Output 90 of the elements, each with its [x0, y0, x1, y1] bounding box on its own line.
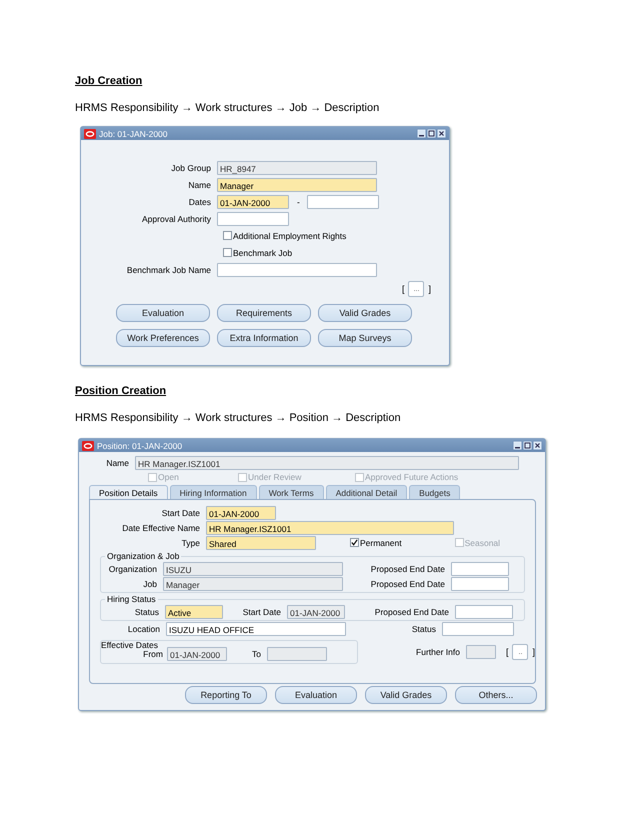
bracket: [: [506, 647, 508, 657]
bracket: ]: [532, 647, 535, 657]
input-field[interactable]: [306, 194, 379, 208]
tab[interactable]: Budgets: [409, 485, 460, 499]
field-label: Approval Authority: [141, 214, 212, 224]
input-field[interactable]: HR_8947: [217, 160, 377, 174]
navigation-path: HRMS Responsibility → Work structures → Job → Description: [75, 102, 380, 116]
tab[interactable]: Work Terms: [258, 485, 324, 499]
field-label: From: [142, 650, 163, 659]
checkbox[interactable]: [223, 248, 232, 257]
field-label: Start Date: [242, 606, 282, 616]
window-title: Position: 01-JAN-2000: [97, 440, 184, 450]
input-field[interactable]: [451, 576, 509, 590]
checkbox[interactable]: [350, 538, 359, 547]
input-field[interactable]: 01-JAN-2000: [167, 647, 227, 661]
checkbox-label: Seasonal: [464, 538, 500, 548]
form-button[interactable]: Extra Information: [217, 329, 311, 347]
checkbox-label: Benchmark Job: [233, 248, 292, 258]
input-field[interactable]: ISUZU: [163, 562, 343, 576]
input-field[interactable]: 01-JAN-2000: [206, 506, 276, 520]
app-logo-icon: [84, 128, 96, 138]
input-field[interactable]: [217, 212, 289, 226]
input-field[interactable]: [267, 647, 327, 661]
form-button[interactable]: Evaluation: [116, 304, 210, 322]
checkbox[interactable]: [223, 231, 232, 240]
checkbox-label: Open: [158, 472, 179, 482]
input-field[interactable]: [466, 645, 496, 659]
form-button[interactable]: Requirements: [217, 304, 311, 322]
input-field[interactable]: Active: [165, 604, 223, 618]
input-field[interactable]: Shared: [206, 536, 316, 550]
section-heading: Position Creation: [75, 385, 168, 399]
field-label: Job: [142, 578, 158, 588]
minimize-icon[interactable]: [513, 441, 522, 450]
tab[interactable]: Position Details: [89, 485, 168, 499]
app-logo-icon: [82, 440, 94, 450]
navigation-path: HRMS Responsibility → Work structures → Position → Description: [75, 412, 402, 426]
field-label: Effective Dates: [101, 641, 160, 650]
field-label: Type: [180, 538, 201, 548]
tab[interactable]: Hiring Information: [170, 485, 257, 499]
input-field[interactable]: HR Manager.ISZ1001: [135, 456, 519, 470]
checkbox-label: Approved Future Actions: [365, 472, 458, 482]
field-label: Proposed End Date: [370, 578, 446, 588]
input-field[interactable]: [442, 622, 514, 636]
field-label: Benchmark Job Name: [126, 264, 212, 274]
field-label: Location: [126, 624, 161, 634]
group-title: Organization & Job: [105, 551, 182, 561]
form-button[interactable]: Others...: [455, 686, 537, 704]
input-field[interactable]: HR Manager.ISZ1001: [206, 520, 454, 534]
checkbox-label: Under Review: [248, 472, 302, 482]
input-field[interactable]: [217, 262, 377, 276]
tab[interactable]: Additional Detail: [326, 485, 408, 499]
field-label: Proposed End Date: [370, 564, 446, 574]
input-field[interactable]: Manager: [217, 178, 377, 192]
section-heading: Job Creation: [75, 75, 144, 89]
separator-text: -: [296, 196, 301, 206]
field-label: Dates: [188, 196, 212, 206]
input-field[interactable]: [451, 562, 509, 576]
field-label: Further Info: [415, 647, 461, 657]
group-title: Hiring Status: [105, 594, 158, 604]
input-field[interactable]: 01-JAN-2000: [217, 194, 289, 208]
input-field[interactable]: [455, 604, 513, 618]
input-field[interactable]: 01-JAN-2000: [287, 604, 345, 618]
input-field[interactable]: Manager: [163, 576, 343, 590]
field-label: Proposed End Date: [374, 606, 450, 616]
form-button[interactable]: Evaluation: [275, 686, 357, 704]
close-icon[interactable]: [437, 129, 446, 138]
field-label: Job Group: [170, 162, 212, 172]
field-label: Name: [187, 180, 212, 190]
field-label: Organization: [108, 564, 158, 574]
field-label: Status: [410, 624, 437, 634]
form-button[interactable]: Work Preferences: [116, 329, 210, 347]
minimize-icon[interactable]: [417, 129, 426, 138]
bracket: ]: [428, 284, 431, 294]
maximize-icon[interactable]: [427, 129, 436, 138]
field-label: To: [251, 649, 262, 659]
form-button[interactable]: Map Surveys: [318, 329, 412, 347]
form-button[interactable]: Valid Grades: [318, 304, 412, 322]
window-title: Job: 01-JAN-2000: [99, 128, 169, 138]
field-label: Date Effective Name: [121, 522, 201, 532]
field-label: Name: [105, 458, 130, 468]
checkbox-label: Additional Employment Rights: [233, 230, 346, 240]
checkbox-label: Permanent: [360, 538, 402, 548]
close-icon[interactable]: [533, 441, 542, 450]
field-label: Start Date: [160, 508, 201, 518]
bracket: [: [402, 284, 404, 294]
field-label: Status: [134, 606, 160, 616]
form-button[interactable]: Reporting To: [185, 686, 267, 704]
form-button[interactable]: Valid Grades: [365, 686, 447, 704]
input-field[interactable]: ISUZU HEAD OFFICE: [166, 622, 346, 636]
maximize-icon[interactable]: [523, 441, 532, 450]
